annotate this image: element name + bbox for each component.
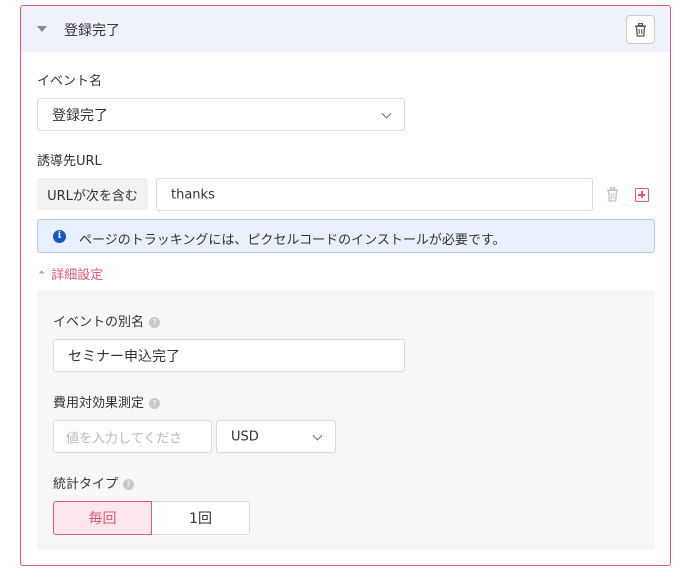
event-name-label: イベント名 [37,74,103,89]
count-type-every-time[interactable]: 毎回 [53,501,152,535]
chevron-down-icon [381,108,392,119]
trash-icon [635,22,646,37]
card-title: 登録完了 [64,23,120,39]
cost-label-text: 費用対効果測定 [53,396,145,411]
cost-value-placeholder: 値を入力してくださ [66,431,183,446]
card-header[interactable]: 登録完了 [21,6,670,52]
count-type-label-text: 統計タイプ [53,477,119,492]
info-notice: i ページのトラッキングには、ピクセルコードのインストールが必要です。 [37,219,655,253]
double-chevron-up-icon: ⌃ [37,269,47,282]
destination-url-label: 誘導先URL [37,154,102,169]
alias-label-text: イベントの別名 [53,315,145,330]
advanced-settings-label: 詳細設定 [51,268,104,283]
trash-icon[interactable] [606,187,619,202]
question-icon[interactable]: ? [123,479,135,490]
plus-square-icon[interactable] [635,188,649,202]
caret-down-icon[interactable] [37,26,47,32]
advanced-settings-toggle[interactable]: ⌃ 詳細設定 [37,264,103,283]
question-icon[interactable]: ? [149,317,161,328]
alias-input-value: セミナー申込完了 [68,348,180,365]
url-input[interactable]: thanks [156,178,593,211]
count-type-label: 統計タイプ? [53,473,135,492]
chevron-down-icon [312,430,323,441]
currency-value: USD [231,429,259,444]
event-name-select[interactable]: 登録完了 [37,98,405,131]
currency-select[interactable]: USD [216,420,336,453]
alias-input[interactable]: セミナー申込完了 [53,339,405,372]
event-name-value: 登録完了 [52,107,108,124]
delete-event-button[interactable] [626,15,655,44]
url-match-type[interactable]: URLが次を含む [37,178,148,210]
cost-label: 費用対効果測定? [53,392,161,411]
question-icon[interactable]: ? [149,398,161,409]
info-icon: i [53,230,66,243]
info-notice-text: ページのトラッキングには、ピクセルコードのインストールが必要です。 [79,233,506,248]
cost-value-input[interactable]: 値を入力してくださ [53,420,212,453]
url-input-value: thanks [171,187,215,202]
count-type-once[interactable]: 1回 [152,501,250,535]
alias-label: イベントの別名? [53,311,161,330]
